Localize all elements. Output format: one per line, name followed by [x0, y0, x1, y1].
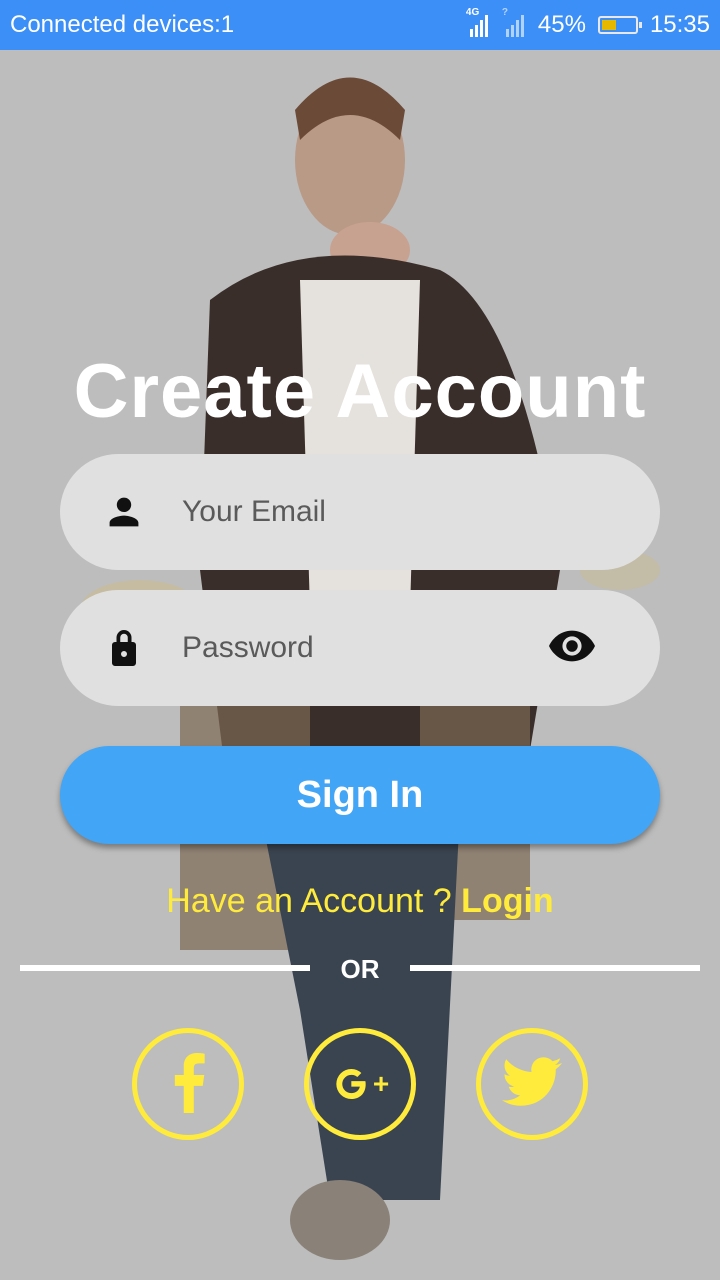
login-link[interactable]: Login [461, 882, 554, 920]
battery-icon [597, 16, 642, 34]
facebook-button[interactable] [132, 1028, 244, 1140]
twitter-button[interactable] [476, 1028, 588, 1140]
or-label: OR [340, 954, 380, 984]
clock: 15:35 [649, 11, 710, 38]
divider-line-right [410, 965, 700, 971]
password-input[interactable] [180, 630, 514, 666]
page-title: Create Account [73, 349, 647, 434]
email-input[interactable] [180, 494, 514, 530]
google-plus-icon: + [331, 1064, 389, 1104]
divider-line-left [20, 965, 310, 971]
have-account-text: Have an Account ? Login [0, 882, 720, 921]
facebook-icon [168, 1051, 208, 1118]
eye-icon[interactable] [548, 626, 596, 666]
google-plus-button[interactable]: + [304, 1028, 416, 1140]
lock-icon [104, 628, 144, 668]
twitter-icon [502, 1056, 562, 1112]
connected-devices-text: Connected devices:1 [10, 11, 235, 38]
email-field[interactable] [60, 454, 660, 570]
status-icons: 4G ? 45% 15:35 [466, 7, 710, 39]
sign-in-button[interactable]: Sign In [60, 746, 660, 844]
password-field[interactable] [60, 590, 660, 706]
signal-sim2-icon: ? [502, 7, 526, 37]
battery-percent: 45% [537, 11, 586, 38]
have-account-prompt: Have an Account ? [166, 882, 462, 920]
signal-4g-icon: 4G [466, 7, 490, 37]
person-icon [104, 492, 144, 532]
status-bar: Connected devices:1 4G ? 45% 15:35 [0, 0, 720, 50]
